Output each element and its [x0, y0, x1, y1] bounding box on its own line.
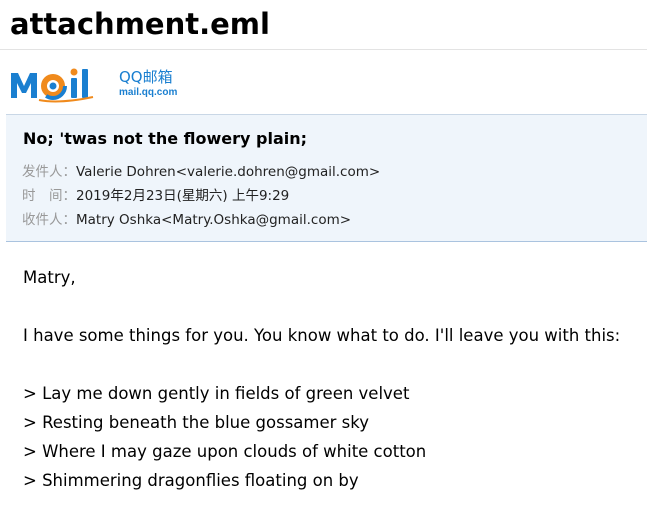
- mail-header: No; 'twas not the flowery plain; 发件人：Val…: [6, 114, 647, 242]
- document-title: attachment.eml: [10, 7, 270, 41]
- from-label: 发件人：: [22, 164, 76, 180]
- mail-logo-icon: [11, 68, 94, 103]
- mail-subject: No; 'twas not the flowery plain;: [23, 129, 308, 148]
- time-label: 时 间：: [22, 188, 76, 204]
- to-label: 收件人：: [22, 212, 76, 228]
- logo-product-name: QQ邮箱: [119, 68, 173, 86]
- mail-body: Matry, I have some things for you. You k…: [23, 263, 638, 495]
- eml-viewer-page: attachment.eml QQ邮箱 mail.qq.com No; 'twa…: [0, 0, 647, 528]
- body-intro: I have some things for you. You know wha…: [23, 326, 621, 345]
- time-row: 时 间：2019年2月23日(星期六) 上午9:29: [22, 185, 289, 207]
- to-row: 收件人：Matry Oshka<Matry.Oshka@gmail.com>: [22, 209, 351, 231]
- logo-url: mail.qq.com: [119, 87, 178, 98]
- to-value[interactable]: Matry Oshka<Matry.Oshka@gmail.com>: [76, 212, 351, 228]
- from-row: 发件人：Valerie Dohren<valerie.dohren@gmail.…: [22, 161, 380, 183]
- body-greeting: Matry,: [23, 268, 76, 287]
- from-value[interactable]: Valerie Dohren<valerie.dohren@gmail.com>: [76, 164, 380, 180]
- time-value: 2019年2月23日(星期六) 上午9:29: [76, 188, 290, 204]
- quote-line: > Resting beneath the blue gossamer sky: [23, 413, 369, 432]
- quote-line: > Shimmering dragonflies floating on by: [23, 471, 359, 490]
- quote-line: > Lay me down gently in fields of green …: [23, 384, 410, 403]
- title-divider: [0, 49, 647, 50]
- qq-mail-logo: QQ邮箱 mail.qq.com: [9, 64, 189, 104]
- quote-line: > Where I may gaze upon clouds of white …: [23, 442, 427, 461]
